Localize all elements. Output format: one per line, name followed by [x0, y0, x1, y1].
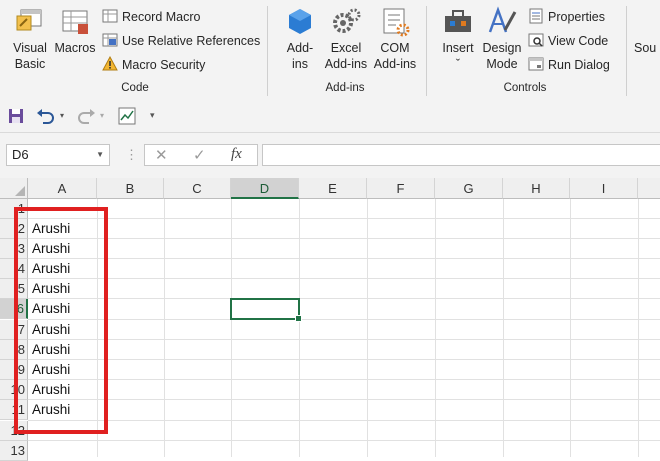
- source-button[interactable]: Sou: [634, 40, 660, 56]
- controls-group-label: Controls: [503, 82, 547, 94]
- formula-buttons: ✕ ✓ fx: [144, 144, 258, 166]
- visual-basic-label-line2: Basic: [14, 57, 46, 71]
- column-header-b[interactable]: B: [97, 178, 164, 199]
- column-header-h[interactable]: H: [503, 178, 570, 199]
- undo-dropdown-icon[interactable]: ▾: [60, 111, 64, 129]
- add-ins-group-label: Add-ins: [325, 82, 365, 94]
- column-header-g[interactable]: G: [435, 178, 503, 199]
- enter-icon[interactable]: ✓: [193, 146, 206, 164]
- gridline: [28, 399, 660, 400]
- properties-button[interactable]: Properties: [528, 7, 605, 27]
- gridline: [28, 420, 660, 421]
- gridline: [28, 218, 660, 219]
- add-ins-button[interactable]: Add- ins: [280, 6, 320, 72]
- insert-dropdown-caret: ˇ: [455, 57, 461, 71]
- formula-input[interactable]: [262, 144, 660, 166]
- run-dialog-icon: [528, 57, 544, 71]
- active-cell-d6[interactable]: [230, 298, 302, 322]
- column-header-c[interactable]: C: [164, 178, 231, 199]
- visual-basic-label-line1: Visual: [13, 41, 47, 55]
- visual-basic-button[interactable]: Visual Basic: [8, 6, 52, 72]
- column-header-i[interactable]: I: [570, 178, 638, 199]
- row-header-13[interactable]: 13: [0, 441, 28, 461]
- properties-icon: [529, 8, 543, 24]
- name-box-value: D6: [12, 147, 29, 162]
- record-macro-icon: [102, 9, 118, 23]
- run-dialog-label: Run Dialog: [548, 58, 610, 72]
- view-code-button[interactable]: View Code: [528, 31, 608, 51]
- cancel-icon[interactable]: ✕: [155, 146, 168, 164]
- column-header-a[interactable]: A: [28, 178, 97, 199]
- gridline: [28, 278, 660, 279]
- view-code-label: View Code: [548, 34, 609, 48]
- excel-add-ins-label-line1: Excel: [330, 41, 362, 55]
- source-label: Sou: [634, 41, 657, 55]
- code-group-label: Code: [121, 82, 149, 94]
- insert-label: Insert: [442, 41, 474, 55]
- column-header-j[interactable]: [638, 178, 660, 199]
- fill-handle[interactable]: [295, 315, 302, 322]
- form-icon[interactable]: [118, 107, 136, 125]
- group-divider: [267, 6, 268, 96]
- gridline: [28, 339, 660, 340]
- record-macro-label: Record Macro: [122, 10, 201, 24]
- gridline: [28, 319, 660, 320]
- design-mode-icon: [488, 6, 517, 33]
- ribbon: Visual Basic Macros Record Macro Use Rel…: [0, 0, 660, 101]
- highlight-box: [14, 207, 108, 434]
- add-ins-label-line1: Add-: [286, 41, 314, 55]
- macros-icon: [62, 10, 88, 34]
- gridline: [28, 258, 660, 259]
- warning-icon: [102, 56, 118, 71]
- com-add-ins-button[interactable]: COM Add-ins: [372, 6, 418, 72]
- gridline: [28, 238, 660, 239]
- insert-function-icon[interactable]: fx: [231, 146, 242, 163]
- design-mode-label-line1: Design: [482, 41, 522, 55]
- macros-label: Macros: [54, 41, 96, 55]
- macro-security-label: Macro Security: [122, 58, 206, 72]
- toolbox-icon: [445, 10, 471, 32]
- gridline: [28, 298, 660, 299]
- excel-add-ins-button[interactable]: Excel Add-ins: [322, 6, 370, 72]
- gridline: [28, 359, 660, 360]
- name-box[interactable]: D6 ▼: [6, 144, 110, 166]
- com-add-ins-icon: [383, 8, 410, 37]
- design-mode-label-line2: Mode: [486, 57, 518, 71]
- undo-icon[interactable]: [36, 107, 56, 125]
- excel-add-ins-gear-icon: [333, 8, 361, 33]
- splitter-handle-icon[interactable]: ⋮: [125, 147, 138, 163]
- quick-access-toolbar: ▾ ▾ ▾: [0, 100, 660, 133]
- use-relative-references-button[interactable]: Use Relative References: [102, 31, 260, 51]
- save-icon[interactable]: [8, 107, 24, 125]
- com-add-ins-label-line2: Add-ins: [373, 57, 417, 71]
- gridline: [28, 379, 660, 380]
- record-macro-button[interactable]: Record Macro: [102, 7, 201, 27]
- redo-dropdown-icon[interactable]: ▾: [100, 111, 104, 129]
- design-mode-button[interactable]: Design Mode: [481, 6, 523, 72]
- column-header-f[interactable]: F: [367, 178, 435, 199]
- column-header-d[interactable]: D: [231, 178, 299, 199]
- macros-button[interactable]: Macros: [53, 6, 97, 56]
- group-divider: [426, 6, 427, 96]
- redo-icon[interactable]: [76, 107, 96, 125]
- use-relative-references-label: Use Relative References: [122, 34, 261, 48]
- add-ins-icon: [289, 9, 311, 34]
- relative-references-icon: [102, 33, 118, 47]
- view-code-icon: [528, 33, 544, 47]
- visual-basic-icon: [16, 9, 42, 31]
- gridline: [28, 440, 660, 441]
- com-add-ins-label-line1: COM: [380, 41, 410, 55]
- insert-control-button[interactable]: Insert ˇ: [438, 6, 478, 72]
- name-box-dropdown-icon[interactable]: ▼: [96, 145, 104, 165]
- run-dialog-button[interactable]: Run Dialog: [528, 55, 610, 75]
- add-ins-label-line2: ins: [292, 57, 308, 71]
- properties-label: Properties: [548, 10, 605, 24]
- macro-security-button[interactable]: Macro Security: [102, 55, 205, 75]
- excel-add-ins-label-line2: Add-ins: [324, 57, 368, 71]
- select-all-button[interactable]: [0, 178, 28, 199]
- group-divider: [626, 6, 627, 96]
- select-all-triangle-icon: [15, 186, 25, 196]
- column-header-e[interactable]: E: [299, 178, 367, 199]
- customize-qat-icon[interactable]: ▾: [150, 110, 155, 128]
